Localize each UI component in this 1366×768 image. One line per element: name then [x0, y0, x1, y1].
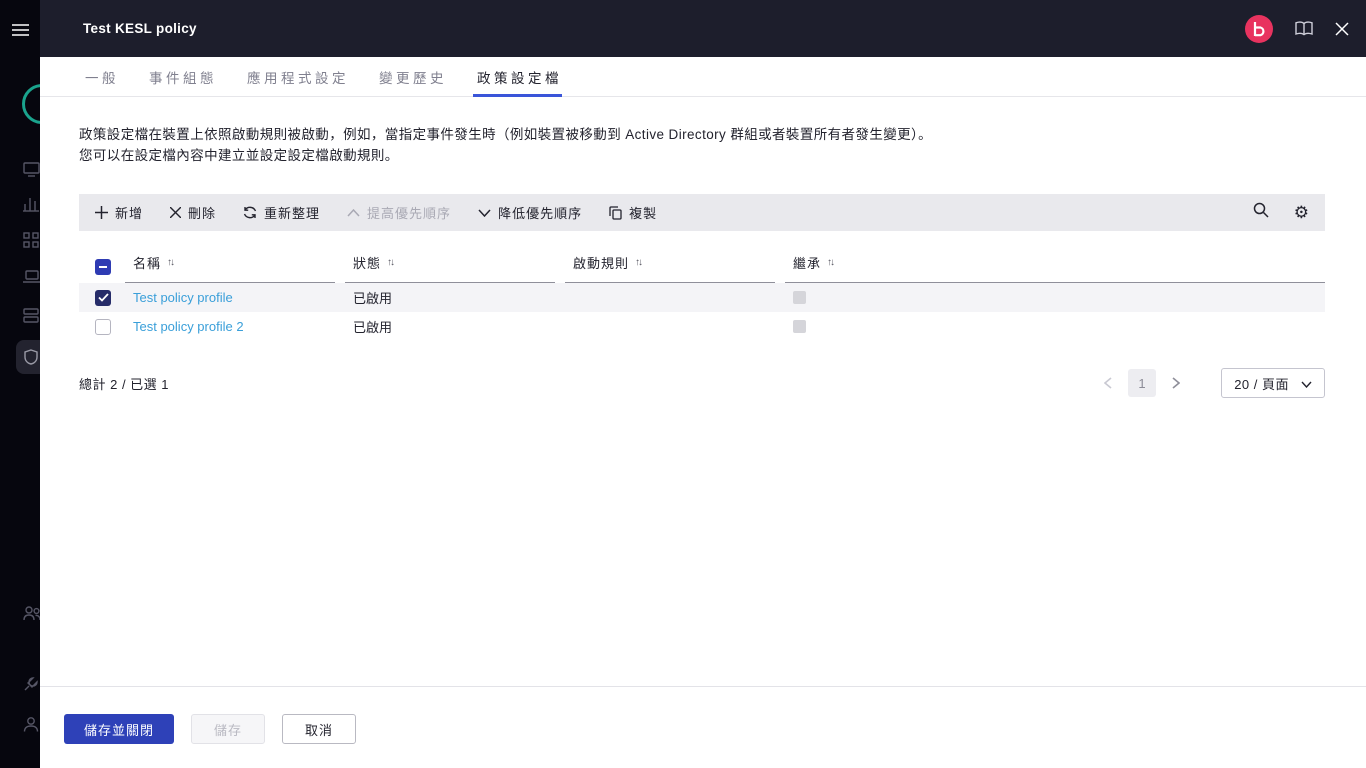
save-and-close-button[interactable]: 儲存並關閉: [64, 714, 174, 744]
search-icon[interactable]: [1253, 202, 1269, 223]
table-footer: 總計 2 / 已選 1 1 20 / 頁面: [79, 368, 1325, 398]
x-icon: [170, 207, 181, 218]
tab-application-settings[interactable]: 應用程式設定: [245, 57, 351, 96]
tab-general[interactable]: 一般: [83, 57, 121, 96]
column-header-inherited[interactable]: 繼承 ↑↓: [785, 253, 1325, 283]
app-sidebar: [0, 0, 40, 768]
gear-icon[interactable]: ⚙: [1294, 204, 1309, 221]
cancel-button[interactable]: 取消: [282, 714, 356, 744]
kaspersky-sidebar-logo: [22, 84, 40, 124]
profiles-toolbar: 新增 刪除 重新整理 提高優先順序 降低優先順序 複製: [79, 194, 1325, 231]
kaspersky-logo-badge: [1245, 15, 1273, 43]
refresh-icon: [243, 206, 257, 219]
copy-icon: [609, 206, 622, 220]
pager-page-button[interactable]: 1: [1128, 369, 1156, 397]
policy-profile-link[interactable]: Test policy profile 2: [133, 319, 244, 334]
monitoring-icon[interactable]: [23, 162, 40, 177]
sort-icon[interactable]: ↑↓: [635, 257, 641, 268]
description-line-1: 政策設定檔在裝置上依照啟動規則被啟動，例如，當指定事件發生時（例如裝置被移動到 …: [79, 124, 1325, 145]
page-size-select[interactable]: 20 / 頁面: [1221, 368, 1325, 398]
policies-nav-selected[interactable]: [16, 340, 40, 374]
chevron-down-icon: [478, 209, 491, 217]
storage-icon[interactable]: [23, 308, 39, 323]
close-icon[interactable]: [1335, 22, 1349, 36]
inherited-checkbox: [793, 320, 806, 333]
selection-summary: 總計 2 / 已選 1: [79, 374, 169, 393]
pager-prev-icon[interactable]: [1100, 373, 1116, 393]
tab-change-history[interactable]: 變更歷史: [377, 57, 449, 96]
select-all-checkbox[interactable]: [95, 259, 111, 275]
chevron-up-icon: [347, 209, 360, 217]
help-book-icon[interactable]: [1295, 21, 1313, 36]
sort-icon[interactable]: ↑↓: [167, 257, 173, 268]
lower-priority-button[interactable]: 降低優先順序: [478, 203, 582, 222]
account-icon[interactable]: [23, 716, 39, 732]
status-cell: 已啟用: [345, 317, 565, 336]
pager-next-icon[interactable]: [1168, 373, 1184, 393]
column-header-status[interactable]: 狀態 ↑↓: [345, 253, 555, 283]
row-checkbox[interactable]: [95, 290, 111, 306]
tab-content: 政策設定檔在裝置上依照啟動規則被啟動，例如，當指定事件發生時（例如裝置被移動到 …: [40, 97, 1366, 686]
apps-grid-icon[interactable]: [23, 232, 39, 248]
column-header-activation-rules[interactable]: 啟動規則 ↑↓: [565, 253, 775, 283]
plus-icon: [95, 206, 108, 219]
settings-wrench-icon[interactable]: [23, 676, 39, 692]
hamburger-menu-icon[interactable]: [12, 23, 29, 37]
table-row: Test policy profile 已啟用: [79, 283, 1325, 312]
table-row: Test policy profile 2 已啟用: [79, 312, 1325, 341]
delete-button[interactable]: 刪除: [170, 203, 216, 222]
dialog-title: Test KESL policy: [83, 21, 197, 36]
raise-priority-button[interactable]: 提高優先順序: [347, 203, 451, 222]
reports-icon[interactable]: [23, 196, 40, 212]
status-cell: 已啟用: [345, 288, 565, 307]
policy-properties-dialog: Test KESL policy 一般 事件組態 應用程式設定 變更歷史 政策設…: [40, 0, 1366, 768]
refresh-button[interactable]: 重新整理: [243, 203, 320, 222]
dialog-tabs: 一般 事件組態 應用程式設定 變更歷史 政策設定檔: [40, 57, 1366, 97]
pagination: 1 20 / 頁面: [1100, 368, 1325, 398]
save-button[interactable]: 儲存: [191, 714, 265, 744]
devices-icon[interactable]: [23, 270, 40, 284]
add-button[interactable]: 新增: [95, 203, 143, 222]
users-icon[interactable]: [23, 606, 40, 621]
tab-policy-profiles[interactable]: 政策設定檔: [475, 57, 564, 96]
policy-profiles-table: 名稱 ↑↓ 狀態 ↑↓ 啟動規則 ↑↓ 繼承 ↑↓: [79, 245, 1325, 341]
policy-profile-link[interactable]: Test policy profile: [133, 290, 233, 305]
sort-icon[interactable]: ↑↓: [387, 257, 393, 268]
inherited-checkbox: [793, 291, 806, 304]
sort-icon[interactable]: ↑↓: [827, 257, 833, 268]
dialog-actions: 儲存並關閉 儲存 取消: [40, 686, 1366, 768]
column-header-name[interactable]: 名稱 ↑↓: [125, 253, 335, 283]
description-line-2: 您可以在設定檔內容中建立並設定設定檔啟動規則。: [79, 145, 1325, 166]
tab-event-configuration[interactable]: 事件組態: [147, 57, 219, 96]
row-checkbox[interactable]: [95, 319, 111, 335]
dialog-header: Test KESL policy: [40, 0, 1366, 57]
table-header: 名稱 ↑↓ 狀態 ↑↓ 啟動規則 ↑↓ 繼承 ↑↓: [79, 245, 1325, 283]
copy-button[interactable]: 複製: [609, 203, 657, 222]
chevron-down-icon: [1301, 376, 1312, 391]
